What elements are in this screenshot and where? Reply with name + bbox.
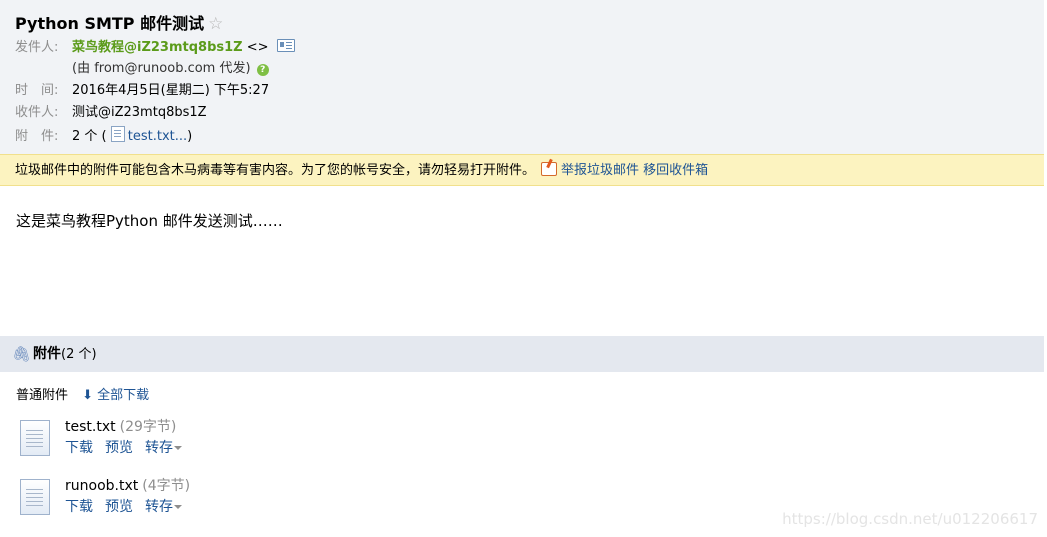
file-actions: 下载 预览 转存 — [65, 498, 194, 516]
attachment-item: test.txt (29字节) 下载 预览 转存 — [20, 418, 440, 462]
download-link[interactable]: 下载 — [65, 440, 93, 456]
contact-card-icon[interactable] — [276, 39, 295, 52]
preview-link[interactable]: 预览 — [105, 499, 133, 515]
attachment-count: 2 个 ( — [72, 129, 107, 144]
save-to-dropdown[interactable]: 转存 — [145, 440, 182, 456]
attachment-section: 普通附件 ⬇ 全部下载 — [16, 386, 149, 406]
save-to-dropdown[interactable]: 转存 — [145, 499, 182, 515]
time-label: 时 间: — [15, 83, 59, 98]
preview-link[interactable]: 预览 — [105, 440, 133, 456]
time-row: 时 间: 2016年4月5日(星期二) 下午5:27 — [15, 81, 269, 101]
download-link[interactable]: 下载 — [65, 499, 93, 515]
from-row: 发件人: 菜鸟教程@iZ23mtq8bs1Z <> — [15, 38, 295, 58]
watermark: https://blog.csdn.net/u012206617 — [782, 510, 1038, 528]
file-name: test.txt (29字节) — [65, 419, 177, 435]
sent-via-text: (由 from@runoob.com 代发) — [72, 61, 251, 76]
paperclip-icon: 🖇 — [12, 345, 32, 363]
attachments-header: 🖇 附件(2 个) — [0, 336, 1044, 372]
caret-down-icon — [174, 505, 182, 509]
warning-text: 垃圾邮件中的附件可能包含木马病毒等有害内容。为了您的帐号安全，请勿轻易打开附件。 — [15, 163, 536, 178]
sender-address: <> — [246, 40, 269, 55]
help-icon[interactable]: ? — [256, 64, 269, 76]
to-row: 收件人: 测试@iZ23mtq8bs1Z — [15, 103, 207, 123]
email-header: Python SMTP 邮件测试 ☆ 发件人: 菜鸟教程@iZ23mtq8bs1Z … — [0, 0, 1044, 154]
attachment-item: runoob.txt (4字节) 下载 预览 转存 — [20, 477, 440, 521]
from-label: 发件人: — [15, 40, 59, 55]
text-file-icon[interactable] — [20, 420, 50, 456]
to-label: 收件人: — [15, 105, 59, 120]
recipient-value: 测试@iZ23mtq8bs1Z — [72, 105, 207, 120]
star-icon[interactable]: ☆ — [208, 14, 223, 34]
file-size: (29字节) — [119, 419, 177, 435]
file-size: (4字节) — [142, 478, 191, 494]
time-value: 2016年4月5日(星期二) 下午5:27 — [72, 83, 270, 98]
sender-name-link[interactable]: 菜鸟教程@iZ23mtq8bs1Z — [72, 40, 243, 55]
attachment-row: 附 件: 2 个 ( test.txt...) — [15, 126, 192, 146]
email-body: 这是菜鸟教程Python 邮件发送测试…… — [16, 212, 283, 230]
attachments-count: (2 个) — [61, 347, 97, 362]
attachments-title: 附件(2 个) — [33, 346, 97, 362]
sent-via-row: (由 from@runoob.com 代发) ? — [72, 59, 269, 79]
file-actions: 下载 预览 转存 — [65, 439, 194, 457]
move-to-inbox-link[interactable]: 移回收件箱 — [643, 163, 708, 178]
subject-text: Python SMTP 邮件测试 — [15, 14, 205, 33]
normal-attachments-label: 普通附件 — [16, 388, 69, 403]
file-name: runoob.txt (4字节) — [65, 478, 191, 494]
attachment-label: 附 件: — [15, 129, 59, 144]
document-icon — [110, 126, 125, 142]
caret-down-icon — [174, 446, 182, 450]
text-file-icon[interactable] — [20, 479, 50, 515]
spam-warning-bar: 垃圾邮件中的附件可能包含木马病毒等有害内容。为了您的帐号安全，请勿轻易打开附件。… — [0, 154, 1044, 186]
email-subject: Python SMTP 邮件测试 ☆ — [15, 10, 223, 34]
report-spam-link[interactable]: 举报垃圾邮件 — [561, 163, 639, 178]
attachment-summary-link[interactable]: test.txt... — [110, 126, 187, 144]
download-all-button[interactable]: ⬇ 全部下载 — [82, 388, 149, 403]
report-icon — [541, 162, 558, 176]
